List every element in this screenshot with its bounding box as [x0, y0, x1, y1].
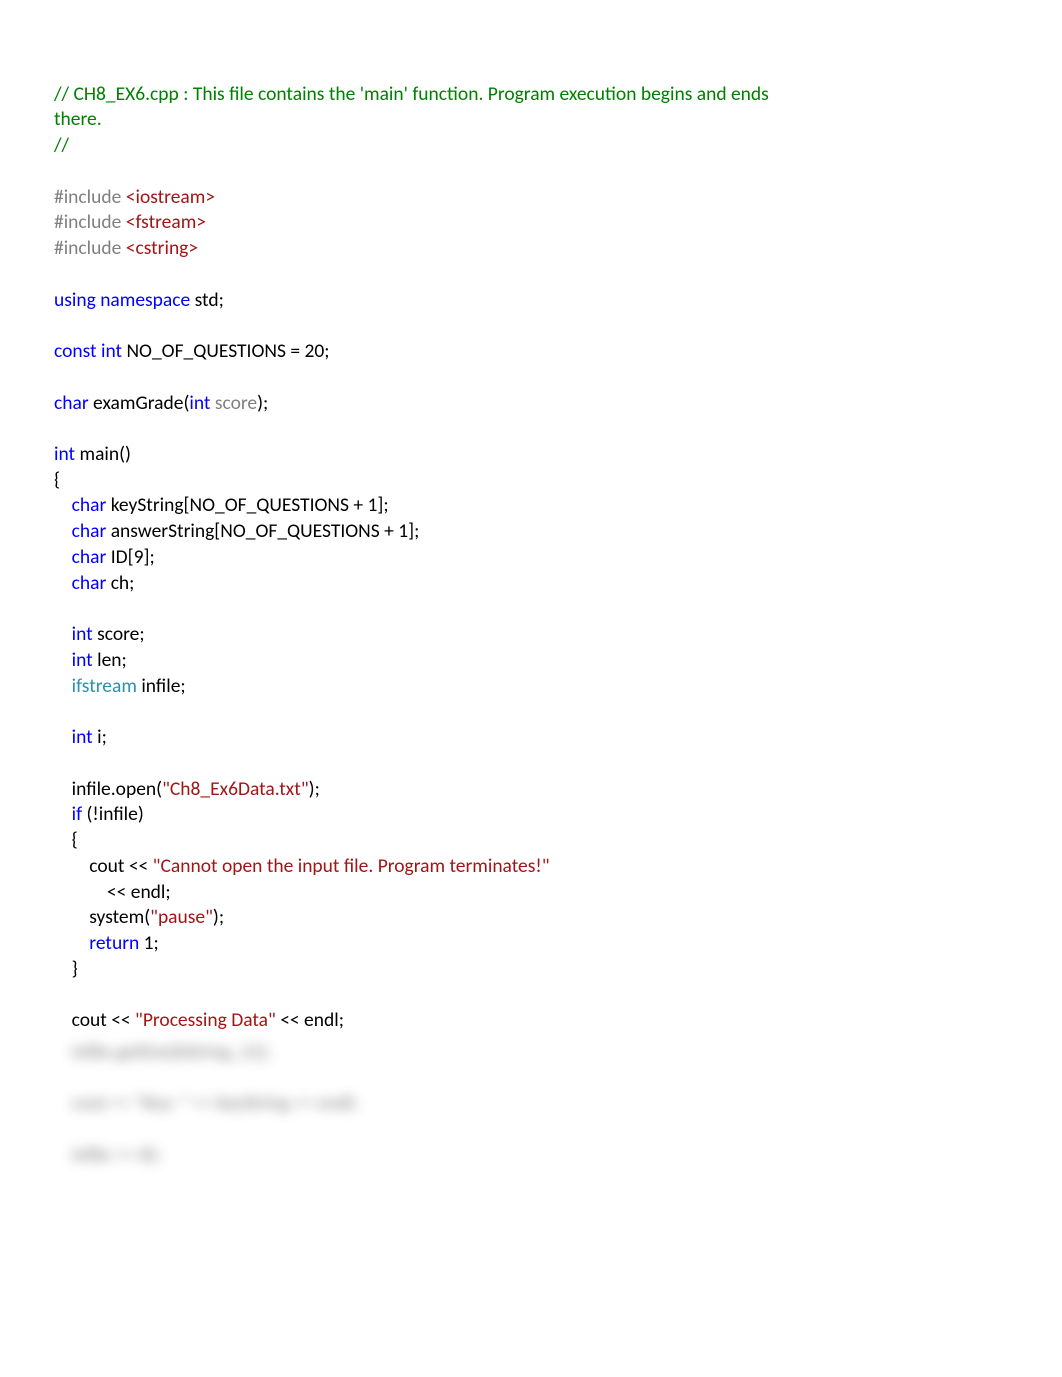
keyword-const: const [54, 339, 97, 363]
fn-end: ); [257, 391, 268, 415]
indent [54, 854, 89, 878]
type-char: char [72, 493, 107, 517]
fn-main: main() [75, 442, 131, 466]
var-ch: ch; [106, 571, 134, 595]
return-value: 1; [139, 931, 159, 955]
return-type: int [54, 442, 75, 466]
if-condition: (!infile) [82, 802, 144, 826]
include-header: <fstream> [121, 210, 206, 234]
blurred-blank [54, 1117, 1008, 1143]
param-type: int [189, 391, 210, 415]
keyword-if: if [72, 802, 82, 826]
preproc-hash: #include [54, 185, 121, 209]
var-id: ID[9]; [106, 545, 154, 569]
indent [54, 674, 72, 698]
stmt-end: ); [213, 905, 224, 929]
string-error: "Cannot open the input file. Program ter… [153, 854, 550, 878]
system-call: system( [89, 905, 150, 929]
namespace-name: std; [190, 288, 224, 312]
stmt-end: ); [309, 777, 320, 801]
blurred-line: cout << "Key: " << keyString << endl; [54, 1091, 1008, 1117]
include-header: <cstring> [121, 236, 198, 260]
type-int: int [72, 725, 93, 749]
indent [54, 545, 72, 569]
string-processing: "Processing Data" [135, 1008, 276, 1032]
var-keystring: keyString[NO_OF_QUESTIONS + 1]; [106, 493, 388, 517]
type-char: char [72, 571, 107, 595]
indent [54, 493, 72, 517]
indent [54, 828, 72, 852]
comment-line: // [54, 133, 69, 157]
comment-line: there. [54, 107, 102, 131]
blurred-preview: infile.getline(kString, 21); cout << "Ke… [54, 1040, 1008, 1169]
var-answerstring: answerString[NO_OF_QUESTIONS + 1]; [106, 519, 419, 543]
keyword-namespace: namespace [96, 288, 190, 312]
blurred-blank [54, 1066, 1008, 1092]
comment-line: // CH8_EX6.cpp : This file contains the … [54, 82, 769, 106]
string-pause: "pause" [150, 905, 213, 929]
include-header: <iostream> [121, 185, 215, 209]
brace-open: { [72, 828, 78, 852]
type-int: int [72, 622, 93, 646]
indent [54, 777, 72, 801]
blurred-line: infile.getline(kString, 21); [54, 1040, 1008, 1066]
indent [54, 802, 72, 826]
keyword-using: using [54, 288, 96, 312]
var-infile: infile; [137, 674, 186, 698]
keyword-return: return [89, 931, 139, 955]
cout-start: cout << [72, 1008, 135, 1032]
cout-start: cout << [89, 854, 152, 878]
indent [54, 622, 72, 646]
indent [54, 648, 72, 672]
keyword-int: int [97, 339, 122, 363]
return-type: char [54, 391, 89, 415]
const-decl: NO_OF_QUESTIONS = 20; [122, 339, 329, 363]
var-len: len; [93, 648, 127, 672]
indent [54, 931, 89, 955]
brace-close: } [72, 957, 78, 981]
type-char: char [72, 545, 107, 569]
preproc-hash: #include [54, 210, 121, 234]
type-char: char [72, 519, 107, 543]
var-i: i; [93, 725, 107, 749]
type-int: int [72, 648, 93, 672]
indent [54, 880, 107, 904]
var-score: score; [93, 622, 145, 646]
type-ifstream: ifstream [72, 674, 137, 698]
indent [54, 571, 72, 595]
string-filename: "Ch8_Ex6Data.txt" [162, 777, 309, 801]
indent [54, 905, 89, 929]
document-page: // CH8_EX6.cpp : This file contains the … [0, 0, 1062, 1209]
endl-stmt: << endl; [107, 880, 171, 904]
brace-open: { [54, 468, 60, 492]
indent [54, 957, 72, 981]
infile-open: infile.open( [72, 777, 162, 801]
param-name: score [210, 391, 257, 415]
indent [54, 1008, 72, 1032]
blurred-line: infile >> ID; [54, 1143, 1008, 1169]
code-block: // CH8_EX6.cpp : This file contains the … [54, 56, 1008, 1034]
indent [54, 725, 72, 749]
fn-name: examGrade( [89, 391, 190, 415]
indent [54, 519, 72, 543]
preproc-hash: #include [54, 236, 121, 260]
endl-stmt: << endl; [276, 1008, 344, 1032]
